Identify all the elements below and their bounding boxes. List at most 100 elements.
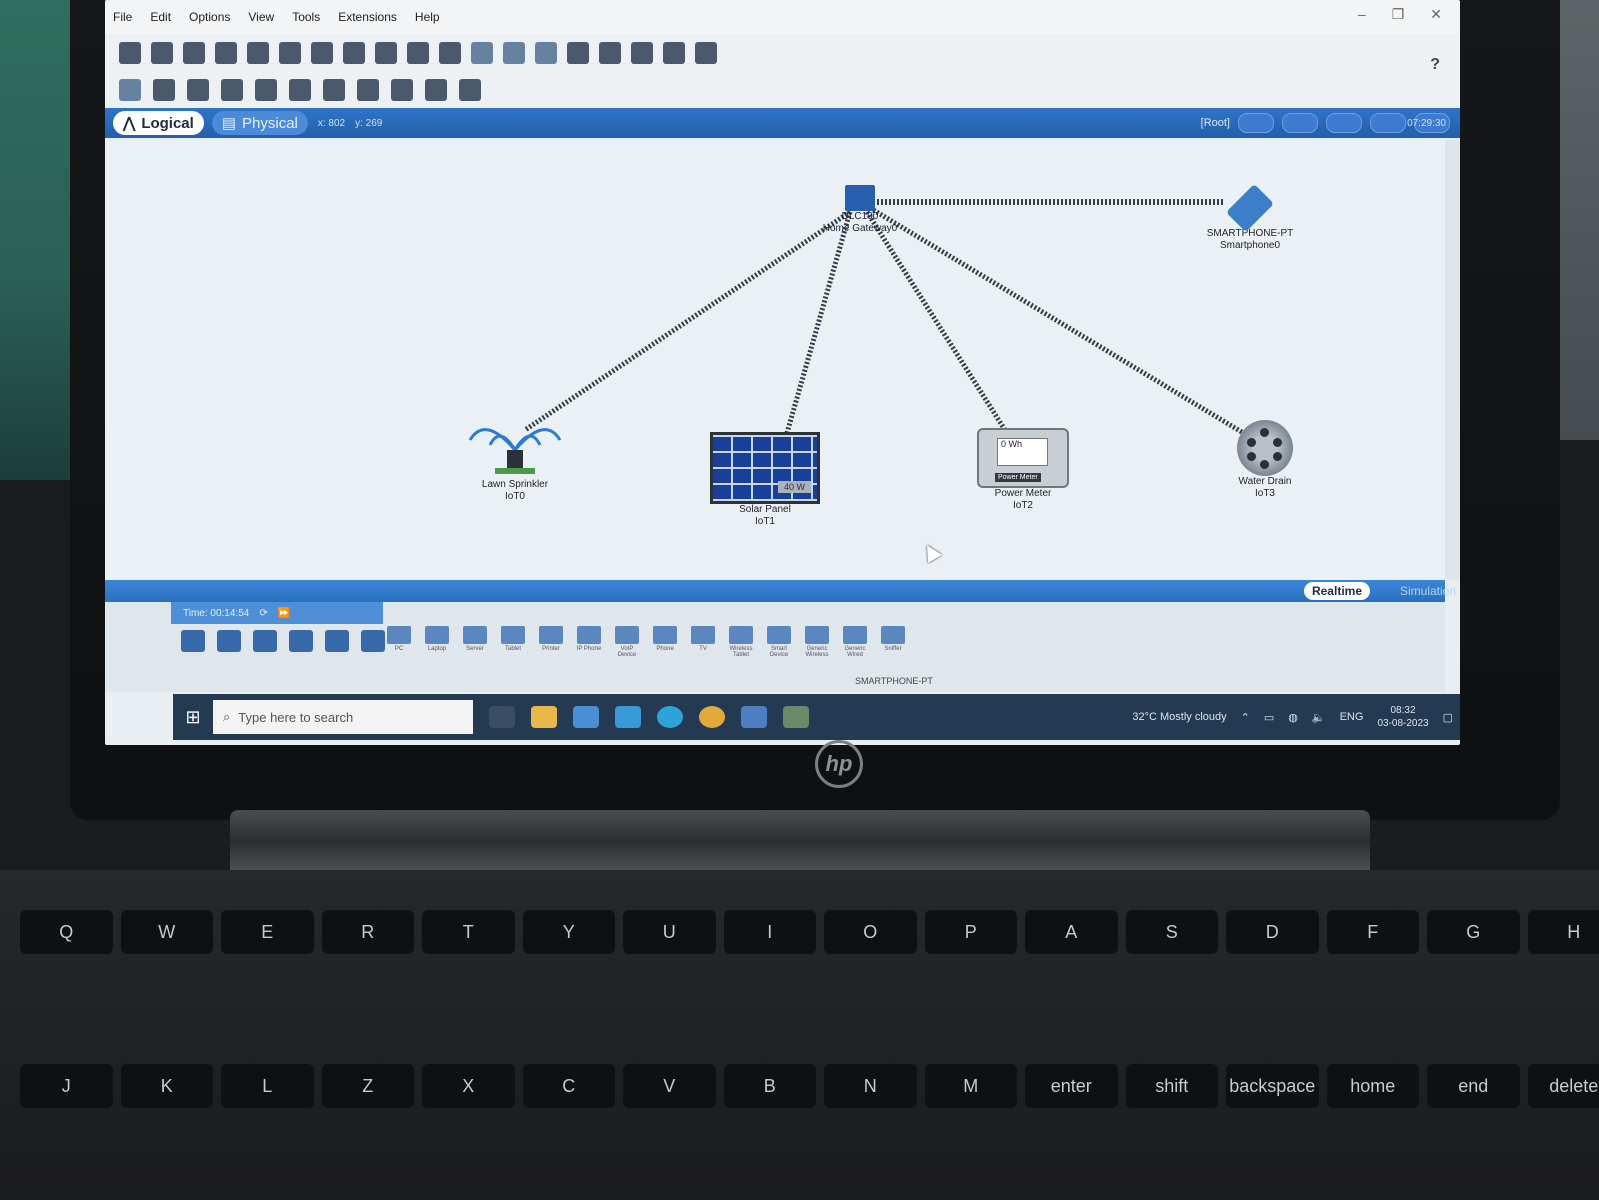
tab-logical[interactable]: ⋀ Logical bbox=[113, 111, 204, 135]
select-icon[interactable] bbox=[119, 79, 141, 101]
weather-text[interactable]: 32°C Mostly cloudy bbox=[1132, 711, 1226, 723]
device-power-meter[interactable]: 0 Wh Power Meter Power Meter IoT2 bbox=[973, 428, 1073, 512]
key[interactable]: T bbox=[422, 910, 515, 954]
draw-ellipse-icon[interactable] bbox=[357, 79, 379, 101]
device-water-drain[interactable]: Water Drain IoT3 bbox=[1225, 420, 1305, 500]
restore-icon[interactable]: ❐ bbox=[1392, 6, 1405, 23]
drawing-palette-icon[interactable] bbox=[567, 42, 589, 64]
palette-wireless-tablet[interactable]: Wireless Tablet bbox=[727, 626, 755, 658]
key[interactable]: C bbox=[522, 1064, 615, 1108]
palette-laptop[interactable]: Laptop bbox=[423, 626, 451, 658]
key[interactable]: A bbox=[1025, 910, 1118, 954]
key[interactable]: F bbox=[1326, 910, 1419, 954]
key[interactable]: G bbox=[1427, 910, 1520, 954]
taskbar-search[interactable]: ⌕ Type here to search bbox=[213, 700, 473, 734]
power-cycle-icon[interactable]: ⟳ bbox=[259, 608, 267, 619]
menu-view[interactable]: View bbox=[248, 10, 274, 24]
palette-tv[interactable]: TV bbox=[689, 626, 717, 658]
key[interactable]: B bbox=[723, 1064, 816, 1108]
minimize-icon[interactable]: – bbox=[1358, 6, 1366, 23]
key[interactable]: I bbox=[723, 910, 816, 954]
key[interactable]: delete bbox=[1527, 1064, 1599, 1108]
palette-printer[interactable]: Printer bbox=[537, 626, 565, 658]
menu-tools[interactable]: Tools bbox=[292, 10, 320, 24]
print-icon[interactable] bbox=[215, 42, 237, 64]
key[interactable]: U bbox=[623, 910, 716, 954]
mail-icon[interactable] bbox=[615, 706, 641, 728]
windows-start-icon[interactable]: ⊞ bbox=[173, 694, 213, 740]
delete-icon[interactable] bbox=[187, 79, 209, 101]
key[interactable]: home bbox=[1326, 1064, 1419, 1108]
device-lawn-sprinkler[interactable]: Lawn Sprinkler IoT0 bbox=[460, 410, 570, 503]
paste-icon[interactable] bbox=[375, 42, 397, 64]
palette-voip[interactable]: VoIP Device bbox=[613, 626, 641, 658]
fast-forward-icon[interactable]: ⏩ bbox=[278, 608, 290, 619]
taskbar-clock[interactable]: 08:32 03-08-2023 bbox=[1377, 704, 1428, 730]
palette-sniffer[interactable]: Sniffer bbox=[879, 626, 907, 658]
key[interactable]: Z bbox=[321, 1064, 414, 1108]
screenshot-icon[interactable] bbox=[695, 42, 717, 64]
components-icon[interactable] bbox=[253, 630, 277, 652]
key[interactable]: end bbox=[1427, 1064, 1520, 1108]
zoom-reset-icon[interactable] bbox=[503, 42, 525, 64]
battery-icon[interactable]: ▭ bbox=[1264, 711, 1274, 724]
logical-workspace[interactable]: DLC100 Home Gateway0 SMARTPHONE-PT Smart… bbox=[105, 140, 1445, 580]
key[interactable]: N bbox=[824, 1064, 917, 1108]
palette-server[interactable]: Server bbox=[461, 626, 489, 658]
key[interactable]: K bbox=[120, 1064, 213, 1108]
store-icon[interactable] bbox=[573, 706, 599, 728]
resize-shape-icon[interactable] bbox=[221, 79, 243, 101]
device-home-gateway[interactable]: DLC100 Home Gateway0 bbox=[805, 185, 915, 235]
key[interactable]: V bbox=[623, 1064, 716, 1108]
save-icon[interactable] bbox=[183, 42, 205, 64]
activity-wizard-icon[interactable] bbox=[279, 42, 301, 64]
device-solar-panel[interactable]: 40 W Solar Panel IoT1 bbox=[705, 432, 825, 528]
new-file-icon[interactable] bbox=[119, 42, 141, 64]
palette-generic-wired[interactable]: Generic Wired bbox=[841, 626, 869, 658]
info-icon[interactable] bbox=[247, 42, 269, 64]
menu-extensions[interactable]: Extensions bbox=[338, 10, 397, 24]
zoom-out-icon[interactable] bbox=[535, 42, 557, 64]
palette-tablet[interactable]: Tablet bbox=[499, 626, 527, 658]
file-explorer-icon[interactable] bbox=[531, 706, 557, 728]
palette-smart-device[interactable]: Smart Device bbox=[765, 626, 793, 658]
undo-icon[interactable] bbox=[407, 42, 429, 64]
key[interactable]: Y bbox=[522, 910, 615, 954]
redo-icon[interactable] bbox=[439, 42, 461, 64]
draw-rectangle-icon[interactable] bbox=[323, 79, 345, 101]
key[interactable]: H bbox=[1527, 910, 1599, 954]
custom-device-icon[interactable] bbox=[599, 42, 621, 64]
network-icon[interactable]: ◍ bbox=[1288, 711, 1298, 724]
device-smartphone[interactable]: SMARTPHONE-PT Smartphone0 bbox=[1190, 183, 1310, 252]
key[interactable]: J bbox=[20, 1064, 113, 1108]
draw-line-icon[interactable] bbox=[289, 79, 311, 101]
network-devices-icon[interactable] bbox=[181, 630, 205, 652]
simulation-mode-button[interactable]: Simulation bbox=[1400, 584, 1456, 598]
key[interactable]: W bbox=[120, 910, 213, 954]
volume-icon[interactable]: 🔈 bbox=[1312, 711, 1326, 724]
pdu-icon[interactable] bbox=[663, 42, 685, 64]
open-folder-icon[interactable] bbox=[151, 42, 173, 64]
key[interactable]: P bbox=[924, 910, 1017, 954]
zoom-in-icon[interactable] bbox=[471, 42, 493, 64]
menu-file[interactable]: File bbox=[113, 10, 132, 24]
key[interactable]: O bbox=[824, 910, 917, 954]
misc-icon[interactable] bbox=[325, 630, 349, 652]
inspect-icon[interactable] bbox=[153, 79, 175, 101]
cluster-icon[interactable] bbox=[631, 42, 653, 64]
network-info-icon[interactable] bbox=[311, 42, 333, 64]
key[interactable]: L bbox=[221, 1064, 314, 1108]
key[interactable]: X bbox=[422, 1064, 515, 1108]
key[interactable]: R bbox=[321, 910, 414, 954]
palette-generic-wireless[interactable]: Generic Wireless bbox=[803, 626, 831, 658]
cluster-nav-icon[interactable] bbox=[1282, 113, 1318, 133]
key[interactable]: M bbox=[924, 1064, 1017, 1108]
freeform-icon[interactable] bbox=[391, 79, 413, 101]
packet-tracer-icon[interactable] bbox=[783, 706, 809, 728]
environment-icon[interactable] bbox=[1370, 113, 1406, 133]
menu-edit[interactable]: Edit bbox=[150, 10, 171, 24]
key[interactable]: Q bbox=[20, 910, 113, 954]
multiuser-icon[interactable] bbox=[361, 630, 385, 652]
key[interactable]: E bbox=[221, 910, 314, 954]
connections-icon[interactable] bbox=[289, 630, 313, 652]
